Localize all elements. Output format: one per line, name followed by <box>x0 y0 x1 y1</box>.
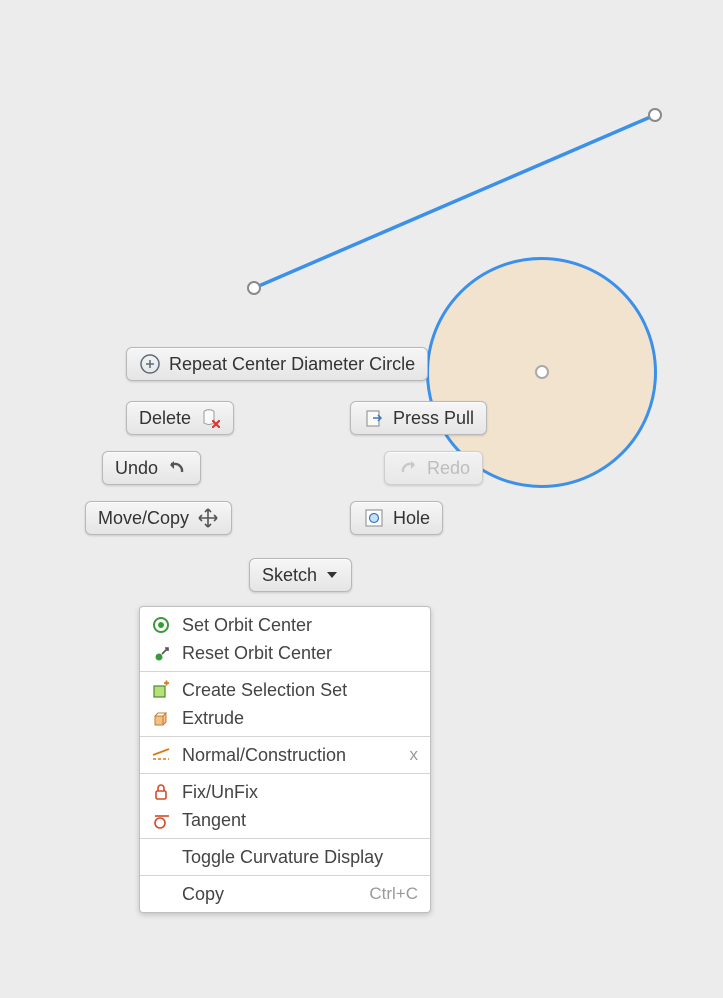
sketch-dropdown-button[interactable]: Sketch <box>249 558 352 592</box>
menu-separator <box>140 875 430 876</box>
menu-item-tangent[interactable]: Tangent <box>140 806 430 834</box>
button-label: Sketch <box>262 565 317 586</box>
move-copy-button[interactable]: Move/Copy <box>85 501 232 535</box>
menu-item-label: Extrude <box>182 708 418 729</box>
line-endpoint[interactable] <box>247 281 261 295</box>
menu-item-label: Reset Orbit Center <box>182 643 418 664</box>
circle-center-point[interactable] <box>535 365 549 379</box>
extrude-icon <box>150 707 172 729</box>
chevron-down-icon <box>325 564 339 586</box>
press-pull-icon <box>363 407 385 429</box>
undo-button[interactable]: Undo <box>102 451 201 485</box>
redo-button: Redo <box>384 451 483 485</box>
redo-arrow-icon <box>397 457 419 479</box>
menu-item-extrude[interactable]: Extrude <box>140 704 430 732</box>
menu-item-reset-orbit-center[interactable]: Reset Orbit Center <box>140 639 430 667</box>
construction-line-icon <box>150 744 172 766</box>
lock-icon <box>150 781 172 803</box>
blank-icon <box>150 883 172 905</box>
button-label: Move/Copy <box>98 508 189 529</box>
menu-item-normal-construction[interactable]: Normal/Construction x <box>140 741 430 769</box>
repeat-last-command-button[interactable]: Repeat Center Diameter Circle <box>126 347 428 381</box>
menu-separator <box>140 671 430 672</box>
menu-item-create-selection-set[interactable]: Create Selection Set <box>140 676 430 704</box>
hole-button[interactable]: Hole <box>350 501 443 535</box>
tangent-icon <box>150 809 172 831</box>
menu-item-fix-unfix[interactable]: Fix/UnFix <box>140 778 430 806</box>
press-pull-button[interactable]: Press Pull <box>350 401 487 435</box>
button-label: Repeat Center Diameter Circle <box>169 354 415 375</box>
button-label: Undo <box>115 458 158 479</box>
menu-item-label: Normal/Construction <box>182 745 400 766</box>
menu-item-set-orbit-center[interactable]: Set Orbit Center <box>140 611 430 639</box>
menu-item-label: Fix/UnFix <box>182 782 418 803</box>
button-label: Hole <box>393 508 430 529</box>
menu-item-label: Copy <box>182 884 359 905</box>
menu-item-accelerator: x <box>410 745 419 765</box>
button-label: Delete <box>139 408 191 429</box>
menu-item-label: Tangent <box>182 810 418 831</box>
context-menu: Set Orbit Center Reset Orbit Center Crea… <box>139 606 431 913</box>
menu-item-label: Create Selection Set <box>182 680 418 701</box>
reset-orbit-center-icon <box>150 642 172 664</box>
menu-item-label: Set Orbit Center <box>182 615 418 636</box>
menu-item-accelerator: Ctrl+C <box>369 884 418 904</box>
menu-item-label: Toggle Curvature Display <box>182 847 418 868</box>
design-canvas[interactable]: Repeat Center Diameter Circle Delete Pre… <box>0 0 723 998</box>
set-orbit-center-icon <box>150 614 172 636</box>
move-icon <box>197 507 219 529</box>
button-label: Redo <box>427 458 470 479</box>
button-label: Press Pull <box>393 408 474 429</box>
menu-item-toggle-curvature[interactable]: Toggle Curvature Display <box>140 843 430 871</box>
line-endpoint[interactable] <box>648 108 662 122</box>
menu-separator <box>140 773 430 774</box>
menu-separator <box>140 736 430 737</box>
circle-plus-icon <box>139 353 161 375</box>
delete-button[interactable]: Delete <box>126 401 234 435</box>
undo-arrow-icon <box>166 457 188 479</box>
blank-icon <box>150 846 172 868</box>
trash-x-icon <box>199 407 221 429</box>
menu-item-copy[interactable]: Copy Ctrl+C <box>140 880 430 908</box>
hole-icon <box>363 507 385 529</box>
selection-set-icon <box>150 679 172 701</box>
menu-separator <box>140 838 430 839</box>
